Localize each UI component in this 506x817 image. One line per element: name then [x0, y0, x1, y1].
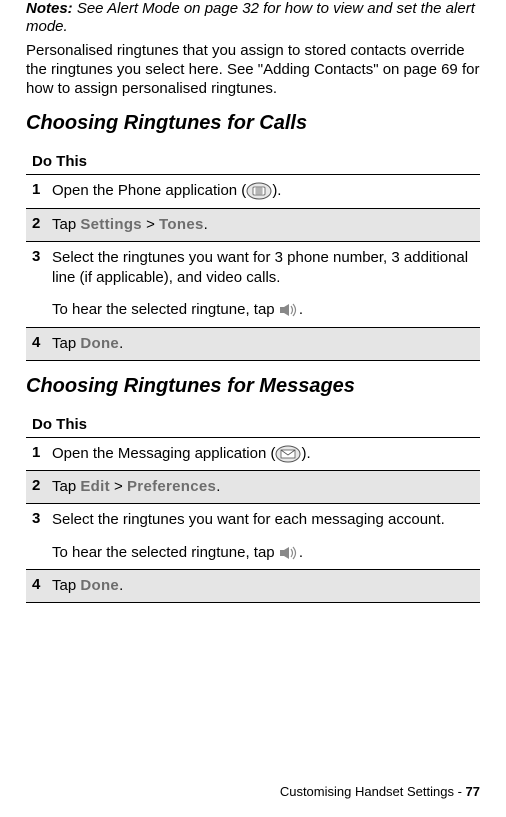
step-text: Select the ringtunes you want for 3 phon…	[52, 248, 474, 321]
notes-text: See Alert Mode on page 32 for how to vie…	[26, 0, 475, 35]
table-row: 2 Tap Settings > Tones.	[26, 208, 480, 241]
table-row: 1 Open the Phone application ().	[26, 174, 480, 207]
section-title-calls: Choosing Ringtunes for Calls	[26, 112, 480, 135]
step-number: 2	[32, 477, 52, 497]
step-text: Tap Done.	[52, 576, 474, 596]
page-number: 77	[466, 784, 480, 799]
step-text: Tap Edit > Preferences.	[52, 477, 474, 497]
step-text: Tap Done.	[52, 334, 474, 354]
step-number: 4	[32, 334, 52, 354]
step-number: 1	[32, 181, 52, 201]
menu-done: Done	[80, 335, 119, 352]
table-row: 3 Select the ringtunes you want for each…	[26, 503, 480, 569]
menu-tones: Tones	[159, 216, 204, 233]
speaker-icon	[279, 545, 299, 561]
table-row: 3 Select the ringtunes you want for 3 ph…	[26, 241, 480, 327]
step-text: Select the ringtunes you want for each m…	[52, 510, 474, 563]
table-row: 2 Tap Edit > Preferences.	[26, 470, 480, 503]
step-number: 2	[32, 215, 52, 235]
do-this-calls: Do This	[26, 149, 480, 174]
notes-block: Notes: See Alert Mode on page 32 for how…	[26, 0, 480, 36]
step-number: 3	[32, 248, 52, 321]
menu-done: Done	[80, 577, 119, 594]
menu-settings: Settings	[80, 216, 142, 233]
step-number: 1	[32, 444, 52, 464]
do-this-messages: Do This	[26, 412, 480, 437]
table-row: 1 Open the Messaging application ().	[26, 437, 480, 470]
phone-app-icon	[246, 182, 272, 200]
step-text: Tap Settings > Tones.	[52, 215, 474, 235]
table-row: 4 Tap Done.	[26, 569, 480, 603]
step-text: Open the Messaging application ().	[52, 444, 474, 464]
table-row: 4 Tap Done.	[26, 327, 480, 361]
footer-text: Customising Handset Settings -	[280, 784, 466, 799]
step-number: 3	[32, 510, 52, 563]
footer: Customising Handset Settings - 77	[280, 784, 480, 799]
intro-paragraph: Personalised ringtunes that you assign t…	[26, 42, 480, 98]
section-title-messages: Choosing Ringtunes for Messages	[26, 375, 480, 398]
speaker-icon	[279, 302, 299, 318]
menu-edit: Edit	[80, 478, 110, 495]
step-number: 4	[32, 576, 52, 596]
messaging-app-icon	[275, 445, 301, 463]
notes-label: Notes:	[26, 0, 73, 17]
step-text: Open the Phone application ().	[52, 181, 474, 201]
menu-preferences: Preferences	[127, 478, 216, 495]
